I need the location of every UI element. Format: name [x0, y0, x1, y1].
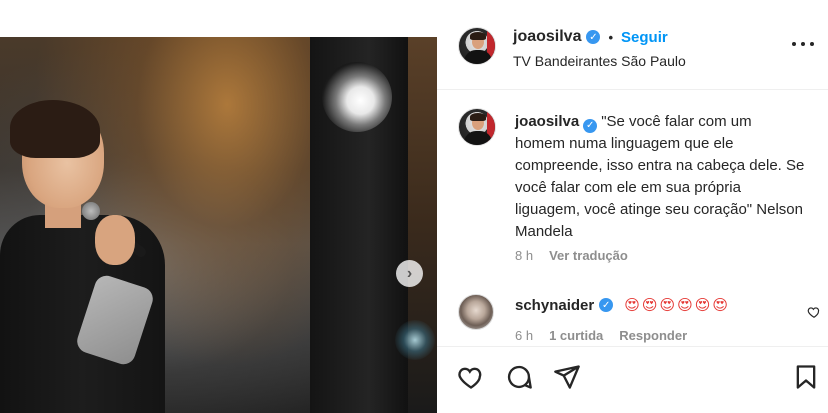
- verified-badge-icon: ✓: [583, 119, 598, 133]
- comment-icon[interactable]: [505, 363, 533, 391]
- person-hair: [10, 100, 100, 158]
- follow-button[interactable]: Seguir: [621, 29, 668, 46]
- person-hand: [95, 215, 135, 265]
- spotlight: [322, 62, 392, 132]
- caption-text: "Se você falar com um homem numa linguag…: [515, 113, 805, 240]
- comment-likes[interactable]: 1 curtida: [549, 328, 603, 343]
- avatar[interactable]: [458, 27, 496, 65]
- separator-dot: •: [608, 29, 614, 45]
- microphone: [82, 202, 100, 220]
- comment-like-heart-icon[interactable]: [807, 305, 821, 319]
- comment-username[interactable]: schynaider: [515, 297, 594, 314]
- action-bar: [437, 346, 828, 413]
- person-figure: [0, 100, 170, 413]
- paper-plane-icon[interactable]: [553, 363, 581, 391]
- post-header: joaosilva ✓ • Seguir TV Bandeirantes São…: [437, 0, 828, 90]
- heart-icon[interactable]: [457, 363, 485, 391]
- author-line: joaosilva ✓ • Seguir: [513, 28, 668, 46]
- caption-avatar[interactable]: [458, 108, 496, 146]
- comment-time: 6 h: [515, 328, 534, 343]
- verified-badge-icon: ✓: [599, 298, 614, 312]
- translate-button[interactable]: Ver tradução: [549, 248, 628, 263]
- comment-avatar[interactable]: [458, 294, 494, 330]
- comment-meta: 6 h 1 curtida Responder: [515, 328, 687, 343]
- comment: schynaider ✓ 😍😍😍😍😍😍: [515, 296, 731, 315]
- reply-button[interactable]: Responder: [619, 328, 687, 343]
- comment-text: 😍😍😍😍😍😍: [624, 297, 731, 314]
- post-sidebar: joaosilva ✓ • Seguir TV Bandeirantes São…: [437, 0, 828, 413]
- post-photo[interactable]: ›: [0, 0, 437, 413]
- location-link[interactable]: TV Bandeirantes São Paulo: [513, 53, 686, 69]
- spotlight-glow: [395, 320, 435, 360]
- author-username[interactable]: joaosilva: [513, 28, 581, 46]
- caption-time: 8 h: [515, 248, 534, 263]
- caption-username[interactable]: joaosilva: [515, 113, 579, 130]
- verified-badge-icon: ✓: [586, 30, 601, 44]
- more-options-icon[interactable]: [792, 38, 814, 50]
- post-caption: joaosilva ✓ "Se você falar com um homem nu…: [515, 111, 805, 243]
- caption-meta: 8 h Ver tradução: [515, 248, 628, 263]
- bookmark-icon[interactable]: [792, 363, 820, 391]
- chevron-right-icon[interactable]: ›: [396, 260, 423, 287]
